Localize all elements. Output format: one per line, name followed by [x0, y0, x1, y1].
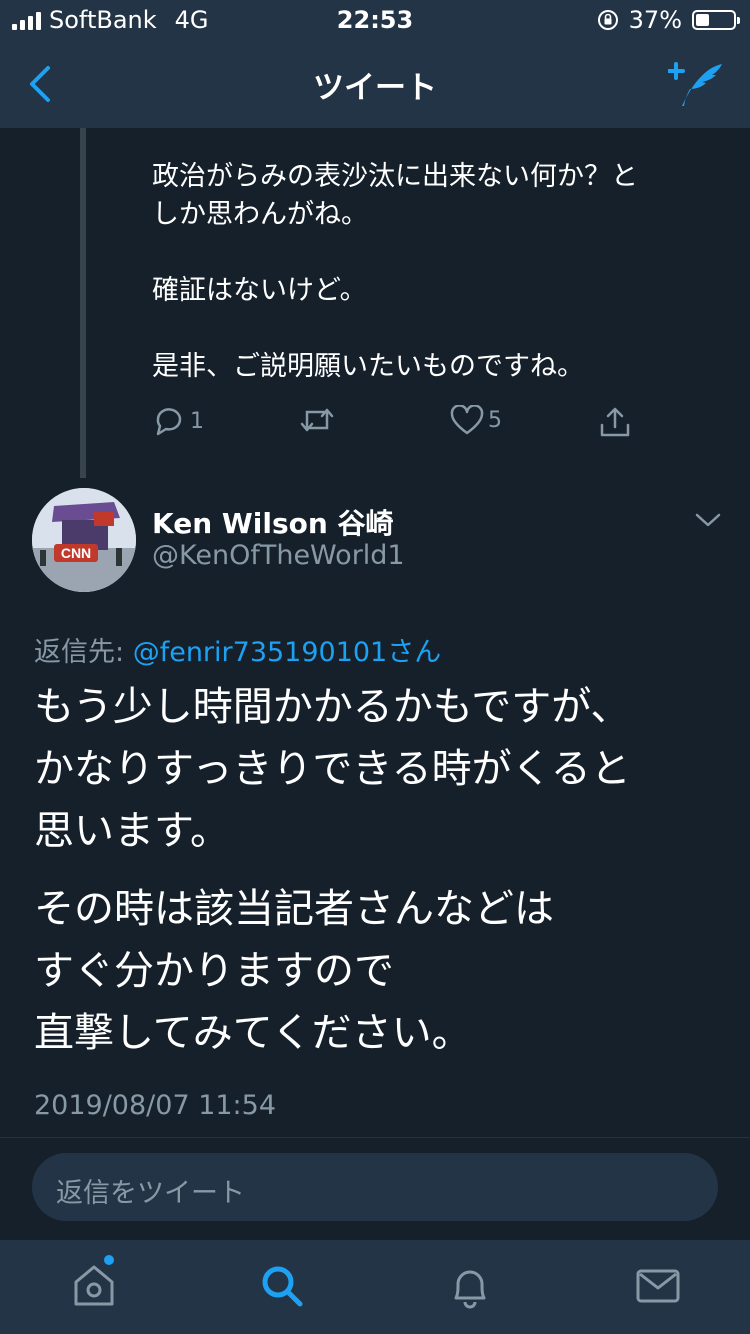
retweet-icon [300, 408, 334, 432]
search-icon[interactable] [256, 1260, 308, 1312]
reply-to-user-link[interactable]: @fenrir735190101さん [133, 637, 442, 668]
tweet-text: もう少し時間かかるかもですが、 かなりすっきりできる時がくると 思います。 その… [34, 676, 724, 1064]
compose-tweet-button[interactable] [668, 58, 724, 112]
previous-tweet-line: 確証はないけど。 [152, 275, 367, 306]
thread-line [80, 128, 86, 478]
home-icon[interactable] [68, 1260, 120, 1312]
reply-button[interactable]: 1 [152, 405, 204, 437]
avatar-logo-text: CNN [61, 545, 91, 561]
reply-input[interactable]: 返信をツイート [32, 1153, 718, 1221]
previous-tweet-line: 是非、ご説明願いたいものですね。 [152, 351, 584, 382]
reply-to-line: 返信先: @fenrir735190101さん [34, 630, 441, 669]
tweet-line: 思います。 [34, 808, 230, 854]
reply-to-label: 返信先: [34, 637, 125, 668]
battery-icon [692, 10, 740, 30]
tweet-line: かなりすっきりできる時がくると [34, 746, 631, 792]
tweet-line: もう少し時間かかるかもですが、 [34, 684, 631, 730]
tweet-line: その時は該当記者さんなどは [34, 886, 554, 932]
messages-icon[interactable] [632, 1260, 684, 1312]
tweet-line: 直撃してみてください。 [34, 1010, 472, 1056]
status-bar: SoftBank 4G 22:53 37% [0, 0, 750, 40]
tweet-timestamp: 2019/08/07 11:54 [34, 1090, 277, 1121]
like-button[interactable]: 5 [450, 405, 502, 435]
notifications-icon[interactable] [444, 1260, 496, 1312]
reply-icon [156, 408, 182, 436]
tab-bar [0, 1240, 750, 1334]
chevron-down-icon[interactable] [694, 510, 722, 530]
home-notification-dot [104, 1255, 114, 1265]
author-display-name[interactable]: Ken Wilson 谷崎 [152, 502, 394, 542]
reply-count: 1 [190, 408, 204, 434]
reply-bar: 返信をツイート [0, 1137, 750, 1240]
avatar-image: CNN [32, 488, 136, 592]
reply-placeholder: 返信をツイート [56, 1178, 245, 1209]
status-right: 37% [597, 6, 740, 34]
share-button[interactable] [598, 405, 632, 439]
battery-fill [696, 14, 709, 26]
nav-bar: ツイート [0, 40, 750, 128]
share-icon [600, 407, 630, 437]
page-title: ツイート [313, 70, 437, 106]
previous-tweet-actions: 1 5 [152, 405, 632, 455]
author-handle[interactable]: @KenOfTheWorld1 [152, 540, 405, 571]
avatar[interactable]: CNN [32, 488, 136, 592]
tweet-line: すぐ分かりますので [34, 948, 394, 994]
previous-tweet-line: 政治がらみの表沙汰に出来ない何か？と [152, 161, 638, 192]
like-count: 5 [488, 407, 502, 433]
heart-icon [450, 405, 484, 435]
previous-tweet-text: 政治がらみの表沙汰に出来ない何か？と しか思わんがね。 確証はないけど。 是非、… [152, 158, 712, 386]
previous-tweet-line: しか思わんがね。 [152, 199, 368, 230]
orientation-lock-icon [597, 10, 618, 30]
battery-percent: 37% [628, 6, 682, 34]
retweet-button[interactable] [298, 405, 336, 435]
